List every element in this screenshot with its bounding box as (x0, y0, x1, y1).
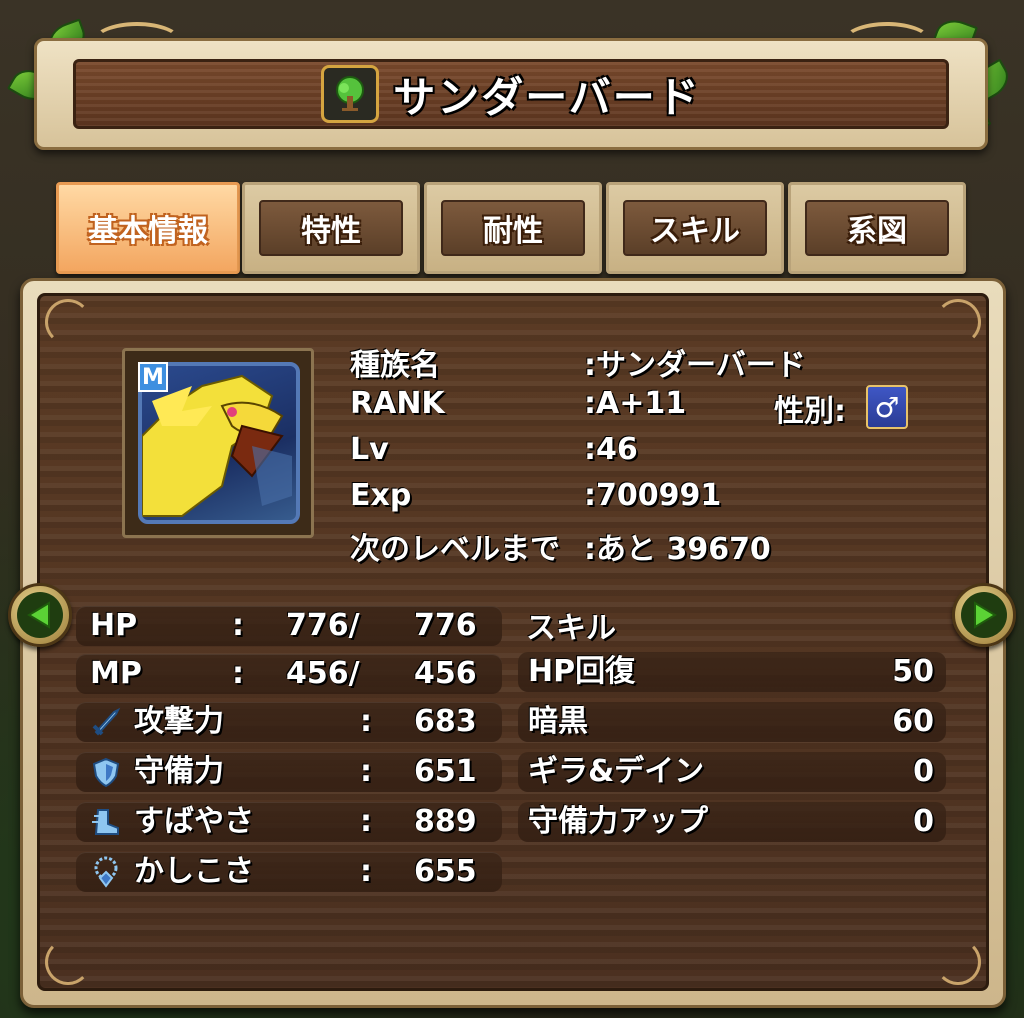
species-value: :サンダーバード (584, 348, 806, 383)
tab-label: 系図 (847, 214, 907, 249)
skill-row: ギラ&デイン 0 (518, 752, 946, 792)
stat-row-attack: 攻撃力 : 683 (76, 702, 502, 742)
skill-points: 50 (892, 654, 934, 689)
next-level-label: 次のレベルまで (350, 532, 560, 567)
stat-name: MP (90, 656, 142, 691)
tab-skills[interactable]: スキル (606, 182, 784, 274)
stat-name: 守備力 (134, 754, 224, 789)
next-monster-button[interactable] (952, 583, 1016, 647)
rank-value: :A+11 (584, 386, 687, 421)
level-label: Lv (350, 432, 389, 467)
stat-current: 776/ (286, 608, 360, 643)
previous-monster-button[interactable] (8, 583, 72, 647)
shield-icon (92, 757, 120, 788)
stat-separator: : (360, 854, 372, 889)
tab-label: 特性 (301, 214, 361, 249)
stat-value: 683 (414, 704, 477, 739)
boot-icon (92, 809, 119, 835)
corner-ornament (935, 299, 981, 345)
skill-points: 60 (892, 704, 934, 739)
species-label: 種族名 (350, 348, 440, 383)
corner-ornament (45, 299, 91, 345)
stat-row-hp: HP : 776/ 776 (76, 606, 502, 646)
exp-label: Exp (350, 478, 412, 513)
sword-icon (92, 707, 121, 736)
monster-name-title: サンダーバード (393, 72, 701, 122)
skill-name: ギラ&デイン (528, 754, 705, 789)
stat-value: 889 (414, 804, 477, 839)
gender-label: 性別: (774, 394, 846, 429)
stat-current: 456/ (286, 656, 360, 691)
stat-name: 攻撃力 (134, 704, 224, 739)
stat-separator: : (360, 704, 372, 739)
tab-basic-info[interactable]: 基本情報 (56, 182, 240, 274)
skill-row: 守備力アップ 0 (518, 802, 946, 842)
tab-label: 耐性 (483, 214, 543, 249)
male-icon: ♂ (866, 385, 908, 429)
corner-ornament (45, 939, 91, 985)
stat-value: 651 (414, 754, 477, 789)
stat-row-wisdom: かしこさ : 655 (76, 852, 502, 892)
skill-points: 0 (913, 804, 934, 839)
rank-m-badge: M (138, 362, 168, 392)
tree-icon (321, 65, 380, 123)
stat-max: 456 (414, 656, 477, 691)
tab-resistances[interactable]: 耐性 (424, 182, 602, 274)
stat-value: 655 (414, 854, 477, 889)
stat-name: HP (90, 608, 138, 643)
stat-name: かしこさ (134, 854, 254, 889)
title-bar: サンダーバード (73, 59, 949, 129)
stat-separator: : (360, 754, 372, 789)
next-level-value: :あと 39670 (584, 532, 771, 567)
stat-row-agility: すばやさ : 889 (76, 802, 502, 842)
skill-name: 暗黒 (528, 704, 588, 739)
skill-name: HP回復 (528, 654, 636, 689)
title-plate: サンダーバード (34, 38, 988, 150)
tab-family-tree[interactable]: 系図 (788, 182, 966, 274)
stat-separator: : (232, 608, 244, 643)
tab-label: スキル (650, 214, 740, 249)
stat-name: すばやさ (134, 804, 254, 839)
stat-row-mp: MP : 456/ 456 (76, 654, 502, 694)
skill-row: 暗黒 60 (518, 702, 946, 742)
stat-separator: : (232, 656, 244, 691)
exp-value: :700991 (584, 478, 722, 513)
stat-separator: : (360, 804, 372, 839)
tab-label: 基本情報 (87, 214, 208, 249)
tab-traits[interactable]: 特性 (242, 182, 420, 274)
corner-ornament (935, 939, 981, 985)
skill-points: 0 (913, 754, 934, 789)
stat-max: 776 (414, 608, 477, 643)
right-arrow-icon (961, 592, 1007, 638)
stat-row-defense: 守備力 : 651 (76, 752, 502, 792)
level-value: :46 (584, 432, 638, 467)
skills-header: スキル (526, 611, 616, 646)
skill-name: 守備力アップ (528, 804, 708, 839)
rank-label: RANK (350, 386, 445, 421)
skill-row: HP回復 50 (518, 652, 946, 692)
left-arrow-icon (17, 592, 63, 638)
amulet-icon (94, 856, 118, 888)
